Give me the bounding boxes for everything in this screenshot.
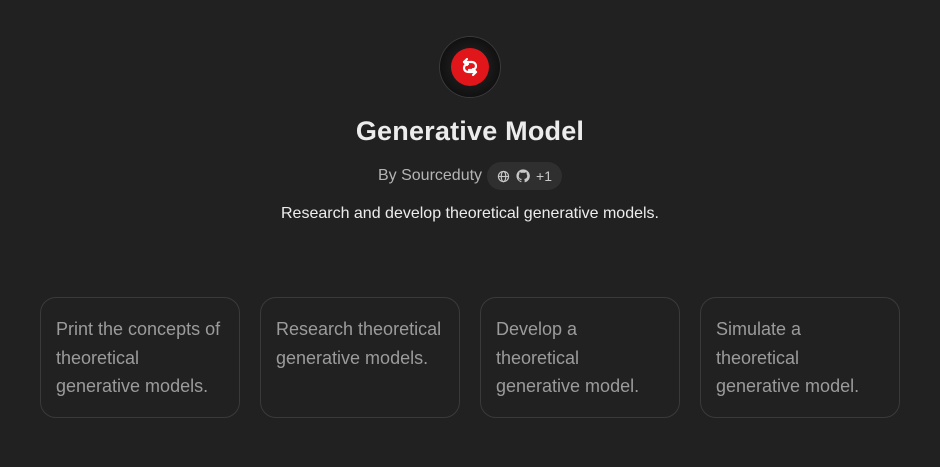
gpt-landing: Generative Model By Sourceduty +1 Resear… — [0, 0, 940, 467]
gpt-avatar — [440, 37, 500, 97]
author-name: By Sourceduty — [377, 167, 483, 184]
extra-links-count: +1 — [536, 168, 553, 184]
swap-arrows-icon — [451, 48, 489, 86]
starter-card[interactable]: Develop a theoretical generative model. — [480, 297, 680, 418]
globe-icon — [497, 170, 510, 183]
starter-card[interactable]: Research theoretical generative models. — [260, 297, 460, 418]
gpt-byline: By Sourceduty +1 — [0, 162, 940, 190]
author-links-badge[interactable]: +1 — [487, 162, 563, 190]
starter-card[interactable]: Simulate a theoretical generative model. — [700, 297, 900, 418]
starter-card[interactable]: Print the concepts of theoretical genera… — [40, 297, 240, 418]
conversation-starters: Print the concepts of theoretical genera… — [40, 297, 900, 418]
github-icon — [516, 169, 530, 183]
gpt-description: Research and develop theoretical generat… — [280, 205, 659, 222]
gpt-title: Generative Model — [355, 116, 585, 146]
